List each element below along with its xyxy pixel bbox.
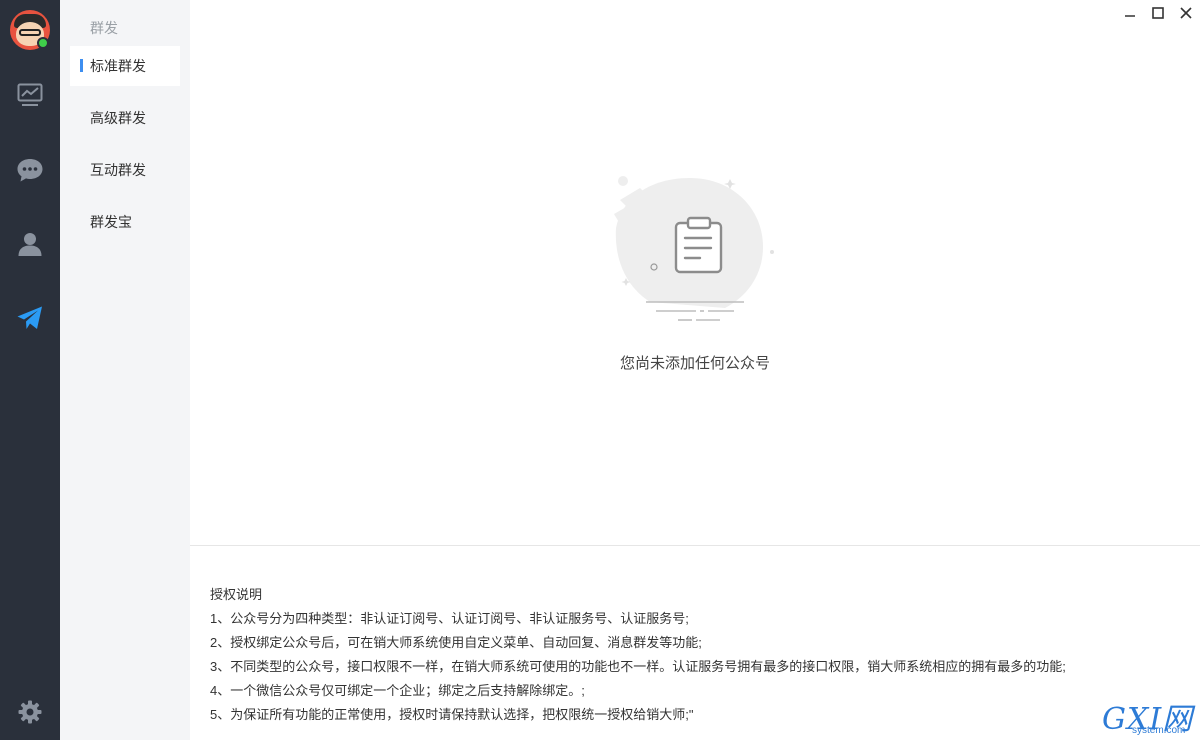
notes-line: 5、为保证所有功能的正常使用，授权时请保持默认选择，把权限统一授权给销大师;" <box>210 707 694 722</box>
chart-icon[interactable] <box>15 80 45 110</box>
maximize-button[interactable] <box>1149 4 1167 22</box>
authorization-notes: 授权说明 1、公众号分为四种类型：非认证订阅号、认证订阅号、非认证服务号、认证服… <box>210 583 1190 727</box>
close-button[interactable] <box>1177 4 1195 22</box>
empty-state-message: 您尚未添加任何公众号 <box>619 355 770 372</box>
send-paper-plane-icon[interactable] <box>15 303 45 333</box>
chat-bubble-icon[interactable] <box>15 155 45 185</box>
subnav-item-broadcast-treasure[interactable]: 群发宝 <box>70 202 180 242</box>
notes-line: 1、公众号分为四种类型：非认证订阅号、认证订阅号、非认证服务号、认证服务号; <box>210 611 689 626</box>
subnav-item-label: 群发宝 <box>90 214 132 230</box>
watermark-logo: GXI网 system.com <box>1098 694 1198 738</box>
minimize-button[interactable] <box>1121 4 1139 22</box>
notes-line: 4、一个微信公众号仅可绑定一个企业；绑定之后支持解除绑定。; <box>210 683 585 698</box>
notes-line: 2、授权绑定公众号后，可在销大师系统使用自定义菜单、自动回复、消息群发等功能; <box>210 635 702 650</box>
watermark-sub: system.com <box>1132 725 1186 736</box>
subnav-title: 群发 <box>90 20 118 36</box>
subnav-item-advanced-broadcast[interactable]: 高级群发 <box>70 98 180 138</box>
clipboard-icon <box>614 173 774 321</box>
secondary-sidebar: 群发 标准群发 高级群发 互动群发 群发宝 <box>60 0 190 740</box>
gear-icon[interactable] <box>15 697 45 727</box>
subnav-item-standard-broadcast[interactable]: 标准群发 <box>70 46 180 86</box>
empty-state-illustration <box>610 170 780 330</box>
notes-title: 授权说明 <box>210 587 263 602</box>
maximize-icon <box>1152 7 1164 19</box>
subnav-item-label: 互动群发 <box>90 162 146 178</box>
user-icon[interactable] <box>15 229 45 259</box>
minimize-icon <box>1125 15 1135 17</box>
notes-line: 3、不同类型的公众号，接口权限不一样，在销大师系统可使用的功能也不一样。认证服务… <box>210 659 1066 674</box>
icon-rail <box>0 0 60 740</box>
subnav-item-interactive-broadcast[interactable]: 互动群发 <box>70 150 180 190</box>
section-divider <box>190 545 1200 546</box>
online-status-dot <box>37 37 49 49</box>
subnav-item-label: 高级群发 <box>90 110 146 126</box>
subnav-item-label: 标准群发 <box>90 58 146 74</box>
avatar-glasses <box>19 29 41 36</box>
close-icon <box>1180 7 1192 19</box>
